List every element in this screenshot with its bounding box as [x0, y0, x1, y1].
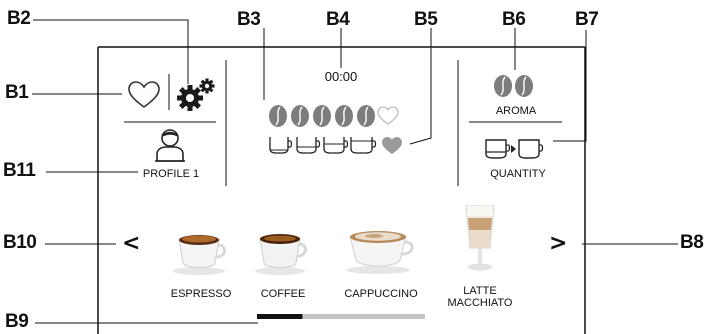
page-indicator — [257, 314, 425, 319]
beverage-espresso[interactable]: ESPRESSO — [165, 225, 237, 315]
strength-bean-icon[interactable] — [335, 105, 353, 127]
quantity-cup-icon[interactable] — [350, 137, 377, 154]
gears-icon[interactable] — [176, 78, 216, 112]
quantity-selector[interactable] — [268, 134, 418, 158]
beverage-coffee[interactable]: COFFEE — [248, 225, 318, 315]
profile-label[interactable]: PROFILE 1 — [131, 168, 211, 180]
callout-b9: B9 — [5, 311, 29, 332]
quantity-cup-icon[interactable] — [323, 137, 349, 154]
callout-b2: B2 — [7, 8, 31, 29]
favorite-heart-filled-icon[interactable] — [382, 137, 402, 154]
nav-prev-arrow[interactable]: < — [122, 231, 140, 256]
beverage-cappuccino[interactable]: CAPPUCCINO — [338, 222, 424, 315]
strength-extra-heart-icon[interactable] — [377, 106, 399, 125]
quantity-label[interactable]: QUANTITY — [478, 168, 558, 180]
callout-b10: B10 — [3, 232, 37, 253]
user-avatar-icon[interactable] — [154, 127, 186, 163]
aroma-label[interactable]: AROMA — [481, 105, 551, 117]
callout-b8: B8 — [680, 232, 704, 253]
coffee-cup-icon — [255, 234, 307, 275]
quantity-cup-icon[interactable] — [296, 137, 321, 154]
quantity-setting-icon[interactable] — [483, 137, 544, 159]
beverage-latte-macchiato[interactable]: LATTE MACCHIATO — [445, 204, 515, 314]
callout-b1: B1 — [5, 82, 29, 103]
strength-bean-icon[interactable] — [291, 105, 309, 127]
beverage-label: CAPPUCCINO — [344, 288, 418, 300]
strength-selector[interactable] — [266, 104, 416, 130]
strength-bean-icon[interactable] — [357, 105, 375, 127]
latte-macchiato-glass-icon — [465, 205, 495, 271]
espresso-cup-icon — [173, 235, 226, 275]
callout-b5: B5 — [414, 9, 438, 30]
aroma-beans-icon[interactable] — [492, 74, 536, 98]
strength-bean-icon[interactable] — [313, 105, 331, 127]
beverage-label: ESPRESSO — [170, 288, 232, 300]
quantity-cup-icon[interactable] — [269, 137, 293, 154]
cappuccino-cup-icon — [346, 231, 414, 274]
beverage-label: COFFEE — [260, 288, 306, 300]
callout-b7: B7 — [575, 9, 599, 30]
strength-bean-icon[interactable] — [269, 105, 287, 127]
callout-b11: B11 — [3, 160, 36, 181]
heart-icon[interactable] — [127, 80, 161, 110]
timer-display: 00:00 — [324, 69, 358, 84]
callout-b6: B6 — [502, 9, 526, 30]
callout-b3: B3 — [237, 9, 261, 30]
beverage-label: LATTE MACCHIATO — [447, 285, 513, 309]
callout-b4: B4 — [326, 9, 350, 30]
nav-next-arrow[interactable]: > — [549, 231, 567, 256]
